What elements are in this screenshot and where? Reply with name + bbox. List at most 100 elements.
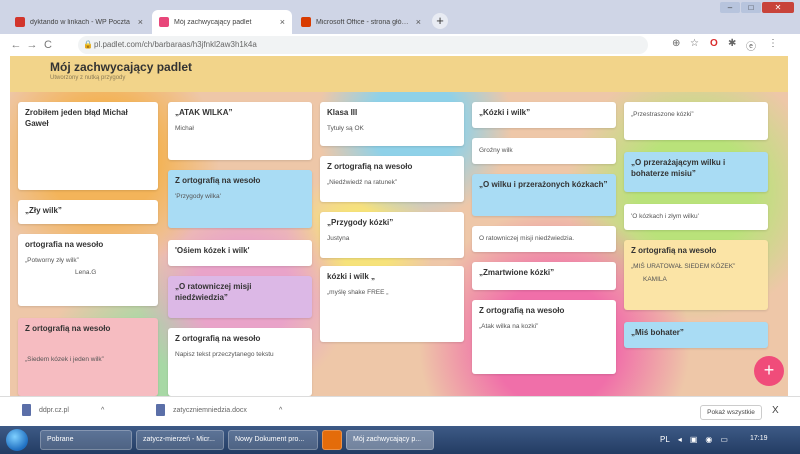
battery-icon[interactable]: ▭ [720,435,728,444]
download-name: zatyczniemniedzia.docx [173,406,247,414]
url-text: pl.padlet.com/ch/barbaraas/h3jfnkl2aw3h1… [94,40,257,49]
opera-extension-icon[interactable]: O [710,38,718,49]
tab-close-icon[interactable]: × [416,17,421,27]
card-body: „MIŚ URATOWAŁ SIEDEM KÓZEK” [631,262,736,270]
card-title: Z ortografią na wesoło [631,246,717,255]
system-tray: PL ◂ ▣ ◉ ▭ [660,435,728,444]
add-post-button[interactable]: + [754,356,784,386]
card-body: „myślę shake FREE „ [327,288,389,296]
volume-icon[interactable]: ◉ [705,435,712,444]
padlet-header: Mój zachwycający padlet Utworzony z nutk… [10,56,788,92]
padlet-card[interactable]: „Kózki i wilk” [472,102,616,128]
taskbar-item-document[interactable]: Nowy Dokument pro... [228,430,318,450]
padlet-card[interactable]: „ATAK WILKA” Michał [168,102,312,160]
padlet-card[interactable]: Z ortografią na wesoło 'Przygody wilka' [168,170,312,228]
bookmark-star-icon[interactable]: ☆ [690,38,699,49]
tab-wp-poczta[interactable]: dyktando w linkach - WP Poczta × [8,10,150,34]
browser-menu-icon[interactable]: ⋮ [768,38,778,49]
card-body: Justyna [327,234,350,242]
padlet-card[interactable]: Groźny wilk [472,138,616,164]
card-body: „Atak wilka na kozki” [479,322,539,330]
padlet-card[interactable]: Z ortografią na wesoło „MIŚ URATOWAŁ SIE… [624,240,768,310]
card-body: „Potworny zły wilk” [25,256,79,264]
tab-label: Microsoft Office - strona główna [316,18,411,26]
taskbar-item-word[interactable]: zatycz-mierzeń - Micr... [136,430,224,450]
minimize-button[interactable]: – [720,2,740,13]
close-window-button[interactable]: ✕ [762,2,794,13]
card-title: kózki i wilk „ [327,272,376,281]
tab-microsoft-office[interactable]: Microsoft Office - strona główna × [294,10,428,34]
lock-icon: 🔒 [83,40,93,49]
tab-label: dyktando w linkach - WP Poczta [30,18,130,26]
page-subtitle: Utworzony z nutką przygody [50,75,126,81]
downloads-bar: ddpr.cz.pl ^ zatyczniemniedzia.docx ^ Po… [0,396,800,426]
tray-arrow-icon[interactable]: ◂ [678,435,682,444]
card-title: „ATAK WILKA” [175,108,233,117]
card-title: 'Ośiem kózek i wilk' [175,246,250,255]
padlet-card[interactable]: Z ortografią na wesoło „Atak wilka na ko… [472,300,616,374]
card-title: Z ortografią na wesoło [327,162,413,171]
padlet-card[interactable]: „Przestraszone kózki” [624,102,768,140]
extensions-puzzle-icon[interactable]: ✱ [728,38,736,49]
browser-tab-bar: dyktando w linkach - WP Poczta × Mój zac… [0,0,800,34]
padlet-card[interactable]: „Miś bohater” [624,322,768,348]
office-favicon-icon [301,17,311,27]
padlet-card[interactable]: Klasa III Tytuły są OK [320,102,464,146]
padlet-card[interactable]: „O ratowniczej misji niedźwiedzia” [168,276,312,318]
card-body: Napisz tekst przeczytanego tekstu [175,350,274,358]
download-name: ddpr.cz.pl [39,406,69,414]
padlet-card[interactable]: „Przygody kózki” Justyna [320,212,464,258]
padlet-card[interactable]: O ratowniczej misji niedźwiedzia. [472,226,616,252]
card-title: „O ratowniczej misji niedźwiedzia” [175,282,252,302]
download-item[interactable]: ddpr.cz.pl ^ [22,404,104,416]
file-icon [156,404,165,416]
window-controls: – □ ✕ [720,2,794,13]
chevron-up-icon[interactable]: ^ [279,407,282,414]
download-item[interactable]: zatyczniemniedzia.docx ^ [156,404,282,416]
padlet-card[interactable]: „O wilku i przerażonych kózkach” [472,174,616,216]
profile-avatar-icon[interactable]: ⓔ [746,38,756,53]
zoom-icon[interactable]: ⊕ [672,38,680,49]
reload-icon[interactable]: C [40,39,56,51]
card-body: „Siedem kózek i jeden wilk” [25,355,104,363]
padlet-card[interactable]: Z ortografią na wesoło Napisz tekst prze… [168,328,312,396]
padlet-card[interactable]: ortografia na wesoło „Potworny zły wilk”… [18,234,158,306]
padlet-favicon-icon [159,17,169,27]
start-button[interactable] [6,429,28,451]
padlet-board: Mój zachwycający padlet Utworzony z nutk… [10,56,788,396]
card-title: „Przygody kózki” [327,218,394,227]
new-tab-button[interactable]: + [432,13,448,29]
back-arrow-icon[interactable]: ← [8,39,24,51]
clock[interactable]: 17:19 [750,435,768,442]
padlet-card[interactable]: „Zły wilk” [18,200,158,224]
card-body: „Przestraszone kózki” [631,111,694,118]
padlet-card[interactable]: Z ortografią na wesoło „Siedem kózek i j… [18,318,158,396]
padlet-card[interactable]: „O przerażającym wilku i bohaterze misiu… [624,152,768,192]
card-body: Tytuły są OK [327,124,364,132]
padlet-card[interactable]: Z ortografią na wesoło „Niedźwiedź na ra… [320,156,464,202]
url-bar[interactable]: 🔒 pl.padlet.com/ch/barbaraas/h3jfnkl2aw3… [78,36,648,54]
taskbar-item-pobrane[interactable]: Pobrane [40,430,132,450]
file-icon [22,404,31,416]
maximize-button[interactable]: □ [741,2,761,13]
language-indicator[interactable]: PL [660,435,670,444]
taskbar-item-app[interactable] [322,430,342,450]
tab-close-icon[interactable]: × [280,17,285,27]
show-all-button[interactable]: Pokaż wszystkie [700,405,762,420]
tab-padlet[interactable]: Mój zachwycający padlet × [152,10,292,34]
taskbar-item-chrome[interactable]: Mój zachwycający p... [346,430,434,450]
tab-close-icon[interactable]: × [138,17,143,27]
chevron-up-icon[interactable]: ^ [101,407,104,414]
network-icon[interactable]: ▣ [690,435,698,444]
close-downloads-button[interactable]: X [772,405,779,416]
padlet-card[interactable]: 'Ośiem kózek i wilk' [168,240,312,266]
padlet-card[interactable]: kózki i wilk „ „myślę shake FREE „ [320,266,464,342]
padlet-card[interactable]: „Zmartwione kózki” [472,262,616,290]
card-title: „O przerażającym wilku i bohaterze misiu… [631,158,726,178]
padlet-card[interactable]: Zrobiłem jeden błąd Michał Gaweł [18,102,158,190]
card-body: 'Przygody wilka' [175,192,221,200]
card-body: „Niedźwiedź na ratunek” [327,178,398,186]
card-author: Lena.G [75,268,97,276]
forward-arrow-icon[interactable]: → [24,39,40,51]
padlet-card[interactable]: 'O kózkach i złym wilku' [624,204,768,230]
